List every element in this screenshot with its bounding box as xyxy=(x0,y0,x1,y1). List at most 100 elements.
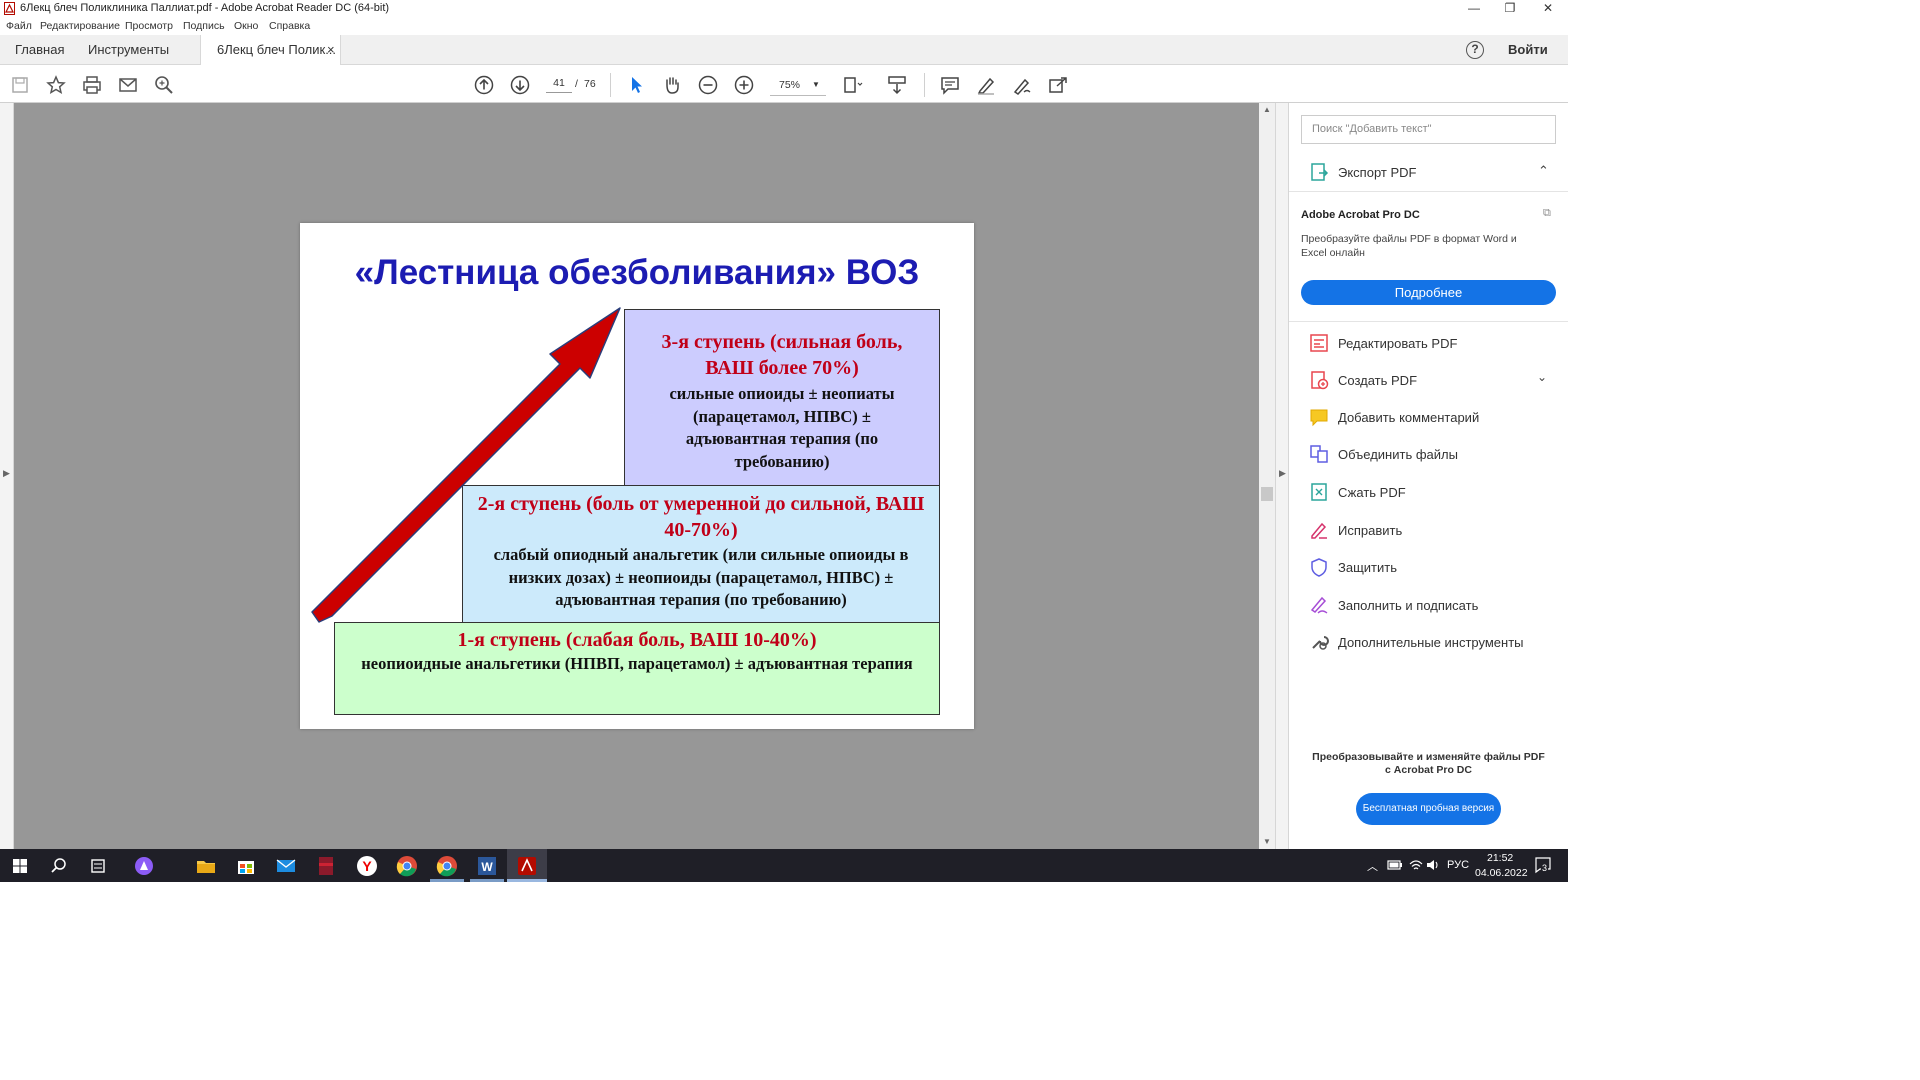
zoom-value: 75% xyxy=(779,79,801,91)
tab-tools[interactable]: Инструменты xyxy=(88,35,169,65)
minimize-button[interactable]: — xyxy=(1456,0,1492,18)
tab-close-icon[interactable]: × xyxy=(327,35,335,65)
learn-more-button[interactable]: Подробнее xyxy=(1301,280,1556,305)
tool-fill-sign[interactable]: Заполнить и подписать xyxy=(1309,595,1554,619)
tool-compress-pdf[interactable]: Сжать PDF xyxy=(1309,482,1554,506)
export-pdf-item[interactable]: Экспорт PDF ⌃ xyxy=(1309,162,1554,186)
print-icon[interactable] xyxy=(81,74,103,96)
sign-icon[interactable] xyxy=(1011,74,1033,96)
scroll-mode-icon[interactable] xyxy=(886,74,908,96)
tool-add-comment[interactable]: Добавить комментарий xyxy=(1309,407,1554,431)
tool-label: Редактировать PDF xyxy=(1338,336,1458,351)
chrome-icon[interactable] xyxy=(395,854,419,878)
vertical-scrollbar[interactable]: ▲ ▼ xyxy=(1259,103,1275,849)
volume-icon[interactable] xyxy=(1425,858,1441,875)
left-panel-collapsed[interactable]: ▶ xyxy=(0,103,14,849)
mail-icon[interactable] xyxy=(274,854,298,878)
zoom-select[interactable]: 75% ▼ xyxy=(770,74,826,96)
select-cursor-icon[interactable] xyxy=(625,74,647,96)
chrome-icon[interactable] xyxy=(435,854,459,878)
running-indicator xyxy=(430,879,464,882)
battery-icon[interactable] xyxy=(1387,858,1403,875)
tab-document[interactable]: 6Лекц блеч Полик... × xyxy=(200,35,341,66)
menu-file[interactable]: Файл xyxy=(6,20,32,32)
windows-start-icon[interactable] xyxy=(8,854,32,878)
menu-edit[interactable]: Редактирование xyxy=(40,20,120,32)
signin-button[interactable]: Войти xyxy=(1508,35,1548,65)
email-icon[interactable] xyxy=(117,74,139,96)
close-window-button[interactable]: ✕ xyxy=(1530,0,1566,18)
menu-help[interactable]: Справка xyxy=(269,20,310,32)
tab-document-label: 6Лекц блеч Полик... xyxy=(217,42,337,57)
alice-assistant-icon[interactable] xyxy=(132,854,156,878)
fill-sign-icon xyxy=(1309,595,1329,615)
tool-more-tools[interactable]: Дополнительные инструменты xyxy=(1309,632,1554,656)
pdf-page: «Лестница обезболивания» ВОЗ 3-я ступень… xyxy=(300,223,974,729)
chevron-up-icon[interactable]: ⌃ xyxy=(1538,163,1549,179)
clock-date[interactable]: 04.06.2022 xyxy=(1475,867,1528,879)
comment-icon[interactable] xyxy=(939,74,961,96)
menu-view[interactable]: Просмотр xyxy=(125,20,173,32)
previous-page-icon[interactable] xyxy=(473,74,495,96)
toolbar-divider xyxy=(610,73,611,97)
scroll-down-icon[interactable]: ▼ xyxy=(1263,837,1271,846)
star-icon[interactable] xyxy=(45,74,67,96)
word-icon[interactable]: W xyxy=(475,854,499,878)
notification-center-icon[interactable]: 3 xyxy=(1534,856,1554,874)
tool-combine-files[interactable]: Объединить файлы xyxy=(1309,444,1554,468)
tool-edit-pdf[interactable]: Редактировать PDF xyxy=(1309,333,1554,357)
next-page-icon[interactable] xyxy=(509,74,531,96)
free-trial-button[interactable]: Бесплатная пробная версия xyxy=(1356,793,1501,825)
help-icon[interactable]: ? xyxy=(1466,41,1484,59)
page-fit-icon[interactable] xyxy=(841,74,863,96)
language-indicator[interactable]: РУС xyxy=(1447,859,1469,871)
divider xyxy=(1289,321,1568,322)
export-pdf-icon xyxy=(1309,162,1329,182)
page-number-input[interactable]: 41 xyxy=(546,73,572,93)
tool-fix[interactable]: Исправить xyxy=(1309,520,1554,544)
scroll-up-icon[interactable]: ▲ xyxy=(1263,105,1271,114)
zoom-out-icon[interactable] xyxy=(697,74,719,96)
combine-files-icon xyxy=(1309,444,1329,464)
menu-bar: Файл Редактирование Просмотр Подпись Окн… xyxy=(0,18,1568,35)
tool-protect[interactable]: Защитить xyxy=(1309,557,1554,581)
scrollbar-thumb[interactable] xyxy=(1261,487,1273,501)
highlight-pen-icon[interactable] xyxy=(975,74,997,96)
taskbar-search-icon[interactable] xyxy=(47,854,71,878)
tab-home[interactable]: Главная xyxy=(15,35,64,65)
tray-overflow-icon[interactable]: ︿ xyxy=(1367,858,1378,874)
store-icon[interactable] xyxy=(234,854,258,878)
zoom-in-icon[interactable] xyxy=(733,74,755,96)
promo-text: Преобразуйте файлы PDF в формат Word и E… xyxy=(1301,233,1517,259)
upgrade-footer-text: Преобразовывайте и изменяйте файлы PDF с… xyxy=(1312,751,1545,776)
share-edit-icon[interactable] xyxy=(1047,74,1069,96)
fix-pen-icon xyxy=(1309,520,1329,540)
yandex-browser-icon[interactable]: Y xyxy=(355,854,379,878)
winrar-icon[interactable] xyxy=(314,854,338,878)
export-pdf-label: Экспорт PDF xyxy=(1338,165,1417,180)
tool-create-pdf[interactable]: Создать PDF ⌄ xyxy=(1309,370,1554,394)
copy-icon[interactable]: ⧉ xyxy=(1543,207,1551,220)
hand-tool-icon[interactable] xyxy=(661,74,683,96)
menu-window[interactable]: Окно xyxy=(234,20,258,32)
wifi-icon[interactable] xyxy=(1408,858,1424,875)
notification-count: 3 xyxy=(1541,863,1549,873)
file-explorer-icon[interactable] xyxy=(194,854,218,878)
tool-label: Создать PDF xyxy=(1338,373,1418,388)
svg-text:Y: Y xyxy=(362,858,372,874)
acrobat-taskbar-icon[interactable] xyxy=(515,854,539,878)
edit-pdf-icon xyxy=(1309,333,1329,353)
promo-title: Adobe Acrobat Pro DC xyxy=(1301,209,1420,221)
chevron-down-icon[interactable]: ⌄ xyxy=(1537,370,1547,384)
menu-sign[interactable]: Подпись xyxy=(183,20,225,32)
task-view-icon[interactable] xyxy=(86,854,110,878)
right-panel-toggle[interactable]: ▶ xyxy=(1275,103,1289,849)
collapse-right-icon[interactable]: ▶ xyxy=(1279,468,1286,479)
clock-time[interactable]: 21:52 xyxy=(1487,852,1513,864)
ascending-arrow xyxy=(311,307,621,623)
restore-button[interactable]: ❐ xyxy=(1492,0,1528,18)
expand-left-icon[interactable]: ▶ xyxy=(3,468,10,479)
tools-search-input[interactable]: Поиск "Добавить текст" xyxy=(1301,115,1556,144)
search-icon[interactable] xyxy=(153,74,175,96)
save-icon[interactable] xyxy=(9,74,31,96)
